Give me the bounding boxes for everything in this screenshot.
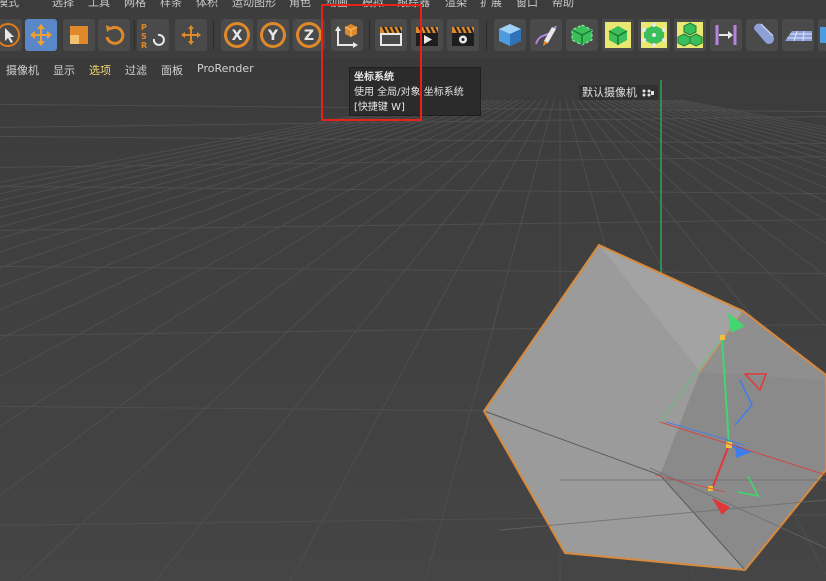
viewport-scene[interactable] bbox=[0, 80, 826, 581]
capsule-icon bbox=[753, 23, 774, 44]
select-tool-icon bbox=[0, 23, 20, 47]
camera-label[interactable]: 默认摄像机 bbox=[579, 85, 658, 100]
svg-text:Y: Y bbox=[267, 28, 279, 44]
recent-tool-button[interactable] bbox=[175, 19, 207, 51]
x-axis-lock-icon: X bbox=[224, 22, 250, 48]
viewport-menu-camera[interactable]: 摄像机 bbox=[6, 62, 39, 78]
select-tool-button[interactable] bbox=[0, 19, 22, 51]
toolbar-separator bbox=[486, 20, 487, 50]
camera-dots-icon bbox=[642, 89, 654, 97]
menu-item-tools[interactable]: 工具 bbox=[88, 0, 110, 10]
svg-text:X: X bbox=[232, 28, 243, 44]
menu-item-volume[interactable]: 体积 bbox=[196, 0, 218, 10]
render-settings-icon bbox=[452, 26, 474, 46]
psr-reset-icon: PSR bbox=[141, 23, 165, 50]
rotate-tool-icon bbox=[105, 25, 125, 45]
floor-button[interactable] bbox=[782, 19, 814, 51]
array-cubes-icon bbox=[677, 22, 703, 48]
menu-item-character[interactable]: 角色 bbox=[289, 0, 311, 10]
menu-item-window[interactable]: 窗口 bbox=[516, 0, 538, 10]
pen-spline-icon bbox=[535, 25, 557, 46]
menu-item-extensions[interactable]: 扩展 bbox=[480, 0, 502, 10]
psr-reset-button[interactable]: PSR bbox=[137, 19, 169, 51]
extrude-generator-icon bbox=[605, 22, 631, 48]
svg-text:S: S bbox=[141, 32, 147, 41]
subdivision-surface-button[interactable] bbox=[566, 19, 598, 51]
menu-item-help[interactable]: 帮助 bbox=[552, 0, 574, 10]
menu-item-spline[interactable]: 样条 bbox=[160, 0, 182, 10]
rotate-tool-button[interactable] bbox=[98, 19, 130, 51]
svg-text:P: P bbox=[141, 23, 147, 32]
viewport-menu-prorender[interactable]: ProRender bbox=[197, 62, 254, 75]
y-axis-lock-icon: Y bbox=[260, 22, 286, 48]
viewport-menu-filter[interactable]: 过滤 bbox=[125, 62, 147, 78]
x-axis-lock-button[interactable]: X bbox=[221, 19, 253, 51]
viewport-menu-options[interactable]: 选项 bbox=[89, 62, 111, 78]
toolbar-separator bbox=[213, 20, 214, 50]
cube-array-icon bbox=[820, 27, 826, 43]
render-settings-button[interactable] bbox=[447, 19, 479, 51]
subdivision-surface-icon bbox=[571, 24, 593, 46]
cube-object-icon bbox=[499, 24, 521, 46]
gizmo-y-handle[interactable] bbox=[720, 335, 725, 340]
floor-icon bbox=[785, 30, 812, 42]
svg-text:Z: Z bbox=[304, 28, 314, 44]
move-tool-icon bbox=[30, 24, 52, 46]
cube-object-button[interactable] bbox=[494, 19, 526, 51]
viewport-menu-panel[interactable]: 面板 bbox=[161, 62, 183, 78]
toolbar-separator bbox=[134, 20, 135, 50]
svg-text:R: R bbox=[141, 41, 147, 50]
array-cubes-button[interactable] bbox=[674, 19, 706, 51]
cloner-icon bbox=[641, 22, 667, 48]
pen-spline-button[interactable] bbox=[530, 19, 562, 51]
menu-item-mograph[interactable]: 运动图形 bbox=[232, 0, 276, 10]
y-axis-lock-button[interactable]: Y bbox=[257, 19, 289, 51]
menu-item-mode[interactable]: 模式 bbox=[0, 0, 19, 10]
highlight-box bbox=[321, 4, 422, 121]
move-tool-button[interactable] bbox=[25, 19, 57, 51]
recent-tool-icon bbox=[181, 25, 201, 45]
camera-label-text: 默认摄像机 bbox=[582, 86, 637, 99]
scale-tool-icon bbox=[70, 26, 88, 44]
extrude-generator-button[interactable] bbox=[602, 19, 634, 51]
toolbar-overflow-button[interactable] bbox=[818, 19, 826, 51]
cloner-button[interactable] bbox=[638, 19, 670, 51]
menu-item-select[interactable]: 选择 bbox=[52, 0, 74, 10]
deformer-button[interactable] bbox=[710, 19, 742, 51]
scale-tool-button[interactable] bbox=[63, 19, 95, 51]
menu-item-render[interactable]: 渲染 bbox=[445, 0, 467, 10]
deformer-icon bbox=[715, 25, 737, 45]
3d-viewport[interactable] bbox=[0, 80, 826, 581]
viewport-menu-display[interactable]: 显示 bbox=[53, 62, 75, 78]
capsule-button[interactable] bbox=[746, 19, 778, 51]
menu-item-mesh[interactable]: 网格 bbox=[124, 0, 146, 10]
